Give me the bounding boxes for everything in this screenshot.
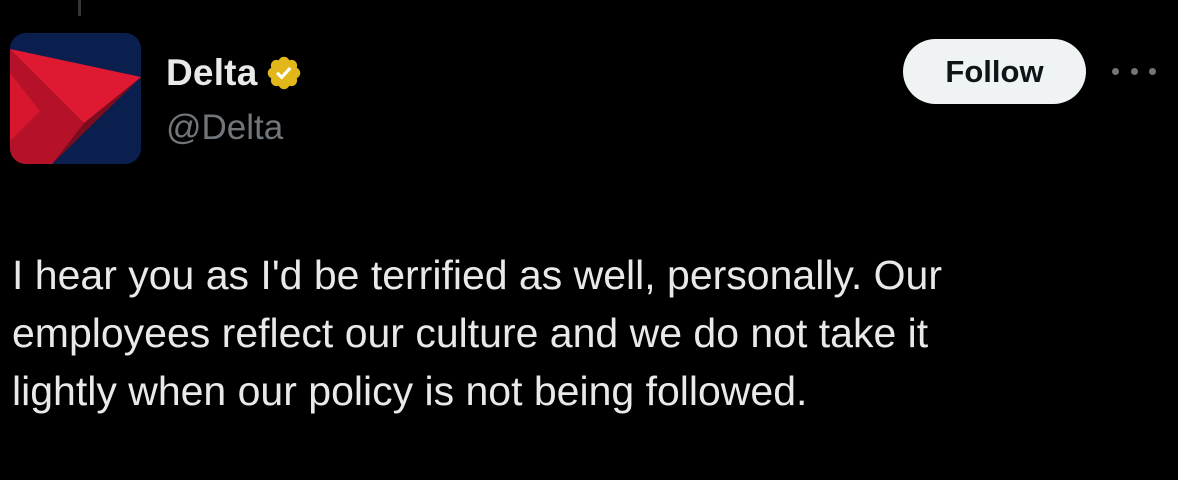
more-dot bbox=[1130, 67, 1138, 75]
avatar[interactable] bbox=[10, 33, 141, 164]
thread-connector-line bbox=[78, 0, 81, 16]
verified-badge-icon[interactable] bbox=[265, 54, 303, 92]
more-dot bbox=[1149, 67, 1156, 75]
tweet-text: I hear you as I'd be terrified as well, … bbox=[12, 252, 943, 414]
user-handle[interactable]: @Delta bbox=[166, 108, 283, 148]
name-row: Delta bbox=[166, 50, 303, 96]
follow-button[interactable]: Follow bbox=[903, 39, 1086, 104]
more-dot bbox=[1112, 67, 1119, 75]
delta-logo-icon bbox=[10, 33, 141, 164]
more-horizontal-icon[interactable] bbox=[1112, 64, 1156, 78]
display-name[interactable]: Delta bbox=[166, 52, 257, 94]
